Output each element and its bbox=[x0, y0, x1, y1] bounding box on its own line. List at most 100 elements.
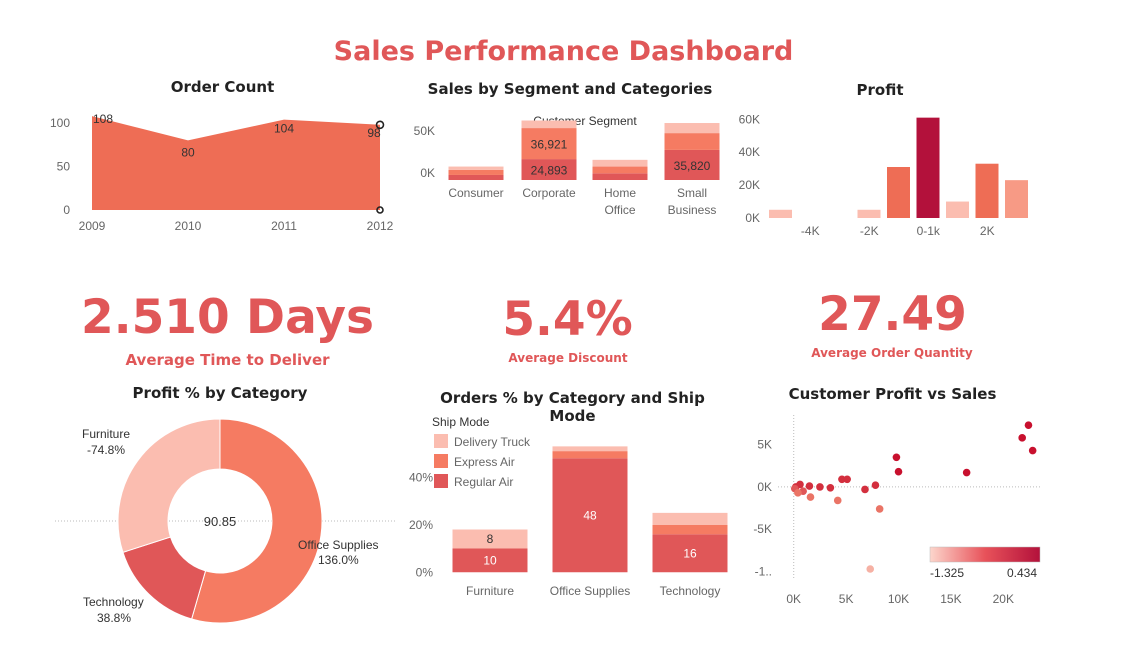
ship-mode-legend-item: Delivery Truck bbox=[454, 435, 531, 449]
scatter-point[interactable] bbox=[794, 489, 802, 497]
profit-xtick: -2K bbox=[860, 224, 879, 238]
profit-bar[interactable] bbox=[946, 201, 969, 218]
profit-bar[interactable] bbox=[887, 167, 910, 218]
order-count-xtick: 2011 bbox=[271, 219, 297, 233]
segment-category-label: Home bbox=[604, 186, 636, 200]
segment-category-label: Corporate bbox=[522, 186, 576, 200]
scatter-point[interactable] bbox=[843, 475, 851, 484]
orders-data-label: 16 bbox=[683, 546, 697, 560]
orders-bar[interactable] bbox=[652, 512, 728, 525]
scatter-point[interactable] bbox=[1018, 434, 1026, 442]
kpi-quantity-value: 27.49 bbox=[818, 287, 967, 342]
order-count-xtick: 2010 bbox=[175, 219, 202, 233]
order-count-chart[interactable]: 1005002009 2010 2011 201210880104 98 bbox=[30, 100, 410, 240]
scatter-xtick: 20K bbox=[993, 592, 1014, 606]
segment-bar[interactable] bbox=[448, 169, 504, 175]
order-count-title: Order Count bbox=[170, 78, 275, 96]
orders-category-label: Office Supplies bbox=[550, 584, 631, 598]
orders-category-label: Furniture bbox=[466, 584, 514, 598]
order-count-xtick: 2012 bbox=[367, 219, 394, 233]
orders-bar[interactable] bbox=[652, 524, 728, 535]
order-count-data-label: 104 bbox=[274, 122, 294, 136]
office-supplies-value: 136.0% bbox=[318, 553, 359, 567]
ship-mode-legend-item: Express Air bbox=[454, 455, 515, 469]
scatter-point[interactable] bbox=[826, 483, 835, 492]
segment-data-label: 35,820 bbox=[674, 159, 711, 173]
segment-category-label: Business bbox=[668, 203, 717, 217]
orders-ship-chart[interactable]: Ship Mode Delivery Truck Express Air Regul… bbox=[400, 410, 740, 605]
color-legend-min: -1.325 bbox=[930, 566, 964, 580]
color-legend-bar bbox=[929, 546, 1041, 563]
orders-bar[interactable] bbox=[552, 451, 628, 459]
kpi-discount-label: Average Discount bbox=[508, 351, 628, 365]
scatter-point[interactable] bbox=[892, 453, 901, 462]
scatter-point[interactable] bbox=[894, 467, 903, 476]
profit-bar[interactable] bbox=[1005, 180, 1028, 218]
profit-bar[interactable] bbox=[769, 209, 792, 218]
scatter-xtick: 10K bbox=[888, 592, 909, 606]
segment-ytick: 50K bbox=[414, 124, 435, 138]
profit-ytick: 0K bbox=[745, 211, 760, 225]
order-count-area[interactable] bbox=[92, 116, 380, 210]
segment-sales-title: Sales by Segment and Categories bbox=[427, 80, 713, 98]
scatter-point[interactable] bbox=[833, 496, 842, 505]
profit-xtick: 0-1k bbox=[917, 224, 941, 238]
furniture-label: Furniture bbox=[82, 427, 130, 441]
segment-bar[interactable] bbox=[664, 133, 720, 150]
segment-bar[interactable] bbox=[664, 123, 720, 134]
kpi-days-value: 2.510 Days bbox=[81, 290, 374, 345]
ship-mode-legend-title: Ship Mode bbox=[432, 415, 490, 429]
segment-bar[interactable] bbox=[521, 120, 577, 129]
scatter-point[interactable] bbox=[875, 505, 884, 513]
scatter-point[interactable] bbox=[962, 468, 971, 477]
orders-ytick: 40% bbox=[409, 470, 433, 484]
scatter-point[interactable] bbox=[816, 483, 824, 491]
profit-bar[interactable] bbox=[857, 209, 881, 218]
profit-xtick: -4K bbox=[801, 224, 820, 238]
segment-ytick: 0K bbox=[420, 166, 435, 180]
segment-bar[interactable] bbox=[592, 166, 648, 174]
ship-mode-legend-swatch bbox=[434, 474, 448, 488]
segment-data-label: 36,921 bbox=[531, 138, 568, 152]
customer-scatter-title: Customer Profit vs Sales bbox=[788, 385, 997, 403]
orders-bar[interactable] bbox=[552, 446, 628, 452]
scatter-point[interactable] bbox=[806, 493, 815, 501]
scatter-point[interactable] bbox=[1028, 446, 1037, 455]
order-count-data-label: 108 bbox=[93, 112, 113, 126]
profit-bar[interactable] bbox=[916, 117, 940, 218]
orders-data-label: 8 bbox=[487, 532, 494, 546]
profit-chart[interactable]: 60K 40K 20K 0K -4K -2K 0-1k 2K bbox=[730, 108, 1030, 243]
segment-bar[interactable] bbox=[448, 166, 504, 170]
segment-bar[interactable] bbox=[592, 173, 648, 180]
dashboard-title: Sales Performance Dashboard bbox=[333, 36, 794, 67]
ship-mode-legend-swatch bbox=[434, 434, 448, 448]
profit-title: Profit bbox=[856, 81, 904, 99]
profit-bar[interactable] bbox=[975, 163, 999, 218]
order-count-xtick: 2009 bbox=[79, 219, 106, 233]
ship-mode-legend-swatch bbox=[434, 454, 448, 468]
kpi-days-label: Average Time to Deliver bbox=[125, 351, 330, 369]
office-supplies-label: Office Supplies bbox=[298, 538, 379, 552]
orders-ytick: 0% bbox=[416, 565, 434, 579]
order-count-data-label: 80 bbox=[181, 145, 195, 159]
scatter-point[interactable] bbox=[805, 482, 814, 490]
scatter-ytick: 5K bbox=[757, 438, 772, 452]
scatter-point[interactable] bbox=[861, 485, 869, 494]
donut-slice[interactable] bbox=[117, 418, 221, 553]
scatter-ytick: 0K bbox=[757, 480, 772, 494]
profit-ytick: 60K bbox=[739, 112, 760, 126]
segment-category-label: Small bbox=[677, 186, 707, 200]
profit-category-donut[interactable]: 90.85 Furniture -74.8% Office Supplies 1… bbox=[50, 410, 400, 640]
scatter-point[interactable] bbox=[866, 565, 875, 573]
scatter-ytick: -5K bbox=[753, 522, 772, 536]
scatter-point[interactable] bbox=[871, 481, 880, 490]
segment-sales-chart[interactable]: Customer Segment 50K0KConsumer Corporate H… bbox=[400, 110, 740, 225]
customer-scatter-chart[interactable]: 5K 0K -5K -1.. 0K 5K 10K 15K 20K -1.325 0.434 bbox=[745, 410, 1055, 610]
scatter-point[interactable] bbox=[1024, 421, 1033, 429]
technology-label: Technology bbox=[83, 595, 144, 609]
segment-bar[interactable] bbox=[592, 159, 648, 167]
orders-category-label: Technology bbox=[660, 584, 721, 598]
segment-bar[interactable] bbox=[448, 174, 504, 180]
segment-category-label: Office bbox=[604, 203, 635, 217]
orders-data-label: 48 bbox=[583, 508, 597, 522]
